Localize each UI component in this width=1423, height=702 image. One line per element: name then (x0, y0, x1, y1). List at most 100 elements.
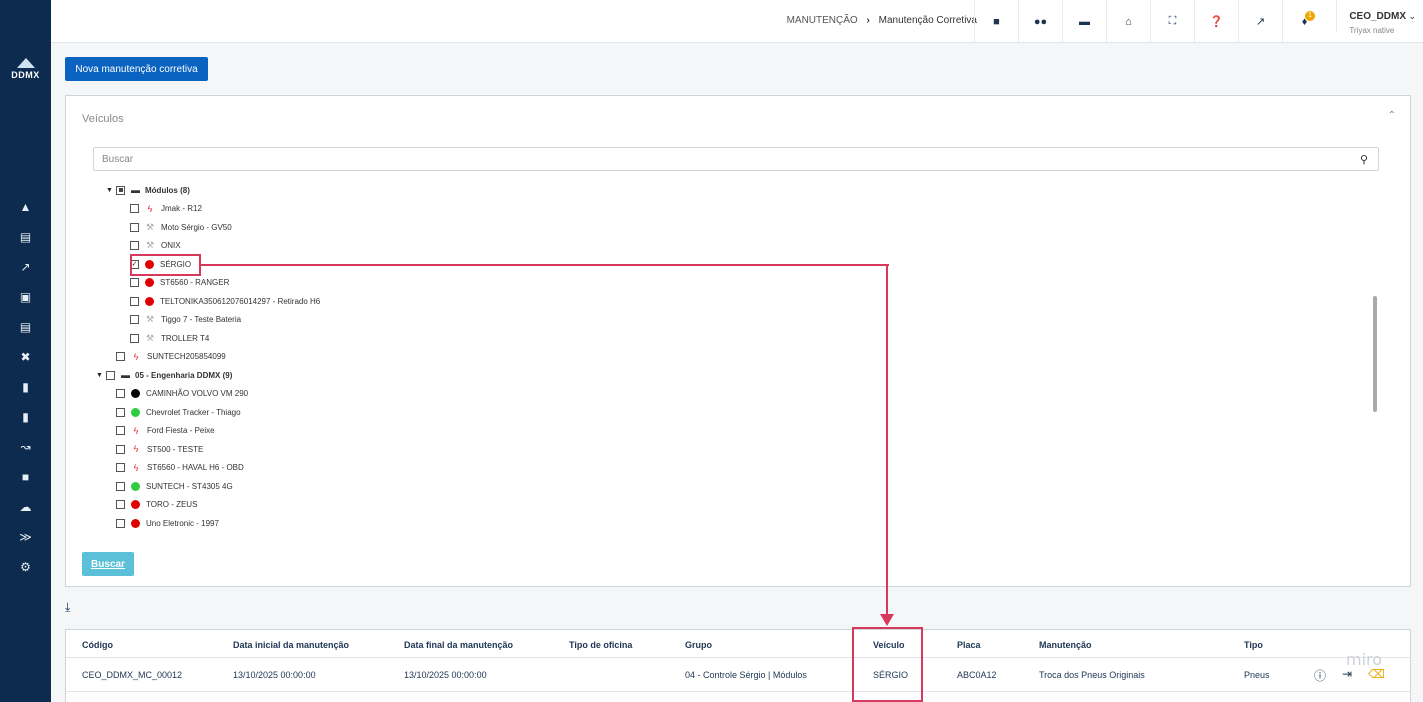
caret-down-icon[interactable]: ▼ (106, 187, 116, 194)
tree-checkbox[interactable] (130, 241, 139, 250)
tree-checkbox[interactable] (130, 333, 139, 343)
tree-node[interactable]: ϟ SUNTECH205854099 (116, 349, 226, 365)
file-icon[interactable]: ▣ (0, 286, 51, 308)
breadcrumb-parent[interactable]: MANUTENÇÃO (787, 15, 858, 26)
terminal-icon[interactable]: ≫ (0, 526, 51, 548)
tree-node[interactable]: ϟ Ford Fiesta - Peixe (116, 423, 215, 439)
tree-node-label: SUNTECH - ST4305 4G (146, 481, 233, 491)
tree-node[interactable]: Chevrolet Tracker - Thiago (116, 404, 241, 420)
fullscreen-icon[interactable]: ⛶ (1150, 0, 1194, 43)
column-header[interactable]: Tipo (1244, 640, 1263, 650)
tree-checkbox[interactable] (130, 204, 139, 213)
sidebar: DDMX ▲ ▤ ↗ ▣ ▤ ✖ ▮ ▮ ↝ ■ ☁ ≫ ⚙ (0, 0, 51, 702)
tree-node[interactable]: TORO - ZEUS (116, 497, 197, 513)
tree-checkbox[interactable] (116, 407, 125, 417)
collapse-chevron-icon[interactable]: ⌃ (1388, 110, 1396, 121)
user-subtitle: Triyax native (1349, 26, 1395, 35)
search-icon[interactable]: ⚲ (1360, 153, 1368, 166)
tree-node[interactable]: TELTONIKA350612076014297 - Retirado H6 (130, 293, 320, 309)
tree-checkbox[interactable] (116, 463, 125, 472)
status-dot-icon (145, 296, 154, 306)
wrench-icon[interactable]: ✖ (0, 346, 51, 368)
tree-node-label: ST6560 - RANGER (160, 278, 230, 287)
tree-node[interactable]: ⚒ ONIX (130, 238, 181, 254)
document-icon[interactable]: ▮ (0, 376, 51, 398)
tree-node[interactable]: Uno Eletronic - 1997 (116, 515, 219, 531)
tree-node[interactable]: SUNTECH - ST4305 4G (116, 478, 233, 494)
home-icon[interactable]: ⌂ (1106, 0, 1150, 43)
wrench-icon: ⚒ (145, 240, 155, 250)
card-icon[interactable]: ▤ (0, 226, 51, 248)
ddmx-logo[interactable]: DDMX (0, 58, 51, 80)
tree-node[interactable]: ⚒ Moto Sérgio - GV50 (130, 219, 232, 235)
breadcrumb-current: Manutenção Corretiva (878, 15, 977, 26)
caret-down-icon[interactable]: ▼ (96, 372, 106, 379)
column-header[interactable]: Grupo (685, 640, 712, 650)
tree-node-label: TORO - ZEUS (146, 500, 198, 509)
tree-checkbox[interactable] (116, 500, 125, 509)
tree-checkbox[interactable] (130, 222, 139, 232)
column-header[interactable]: Data inicial da manutenção (233, 640, 349, 650)
tree-checkbox[interactable] (116, 352, 125, 361)
search-button[interactable]: Buscar (82, 552, 134, 576)
tree-node[interactable]: ϟ ST500 - TESTE (116, 441, 203, 457)
route-icon[interactable]: ↝ (0, 436, 51, 458)
bell-icon[interactable]: ♦ 1 (1282, 0, 1326, 43)
tree-checkbox[interactable] (116, 444, 125, 454)
vehicle-search-input[interactable] (93, 147, 1379, 171)
tree-node[interactable]: ⚒ Tiggo 7 - Teste Bateria (130, 312, 241, 328)
tree-node[interactable]: CAMINHÃO VOLVO VM 290 (116, 386, 248, 402)
tree-scrollbar[interactable] (1373, 296, 1377, 412)
info-icon[interactable]: ⓘ (1314, 667, 1326, 684)
tree-checkbox[interactable] (106, 370, 115, 380)
cloud-icon[interactable]: ☁ (0, 496, 51, 518)
shield-icon[interactable]: ■ (0, 466, 51, 488)
tree-node-label: Ford Fiesta - Peixe (147, 426, 215, 435)
users-icon[interactable]: ●● (1018, 0, 1062, 43)
bolt-icon: ϟ (133, 425, 139, 436)
tree-checkbox[interactable] (116, 185, 125, 195)
tree-node-label: TELTONIKA350612076014297 - Retirado H6 (160, 296, 321, 306)
tree-node[interactable]: ▼ ▬ 05 - Engenharia DDMX (9) (96, 367, 232, 383)
tree-checkbox[interactable] (116, 481, 125, 491)
tree-checkbox[interactable] (130, 278, 139, 287)
help-icon[interactable]: ❓ (1194, 0, 1238, 43)
tree-node[interactable]: ST6560 - RANGER (130, 275, 229, 291)
external-link-icon[interactable]: ↗ (1238, 0, 1282, 43)
column-header[interactable]: Tipo de oficina (569, 640, 632, 650)
tree-node-label: CAMINHÃO VOLVO VM 290 (146, 389, 249, 398)
status-dot-icon (131, 500, 140, 509)
column-header[interactable]: Manutenção (1039, 640, 1092, 650)
column-header[interactable]: Código (82, 640, 113, 650)
column-header[interactable]: Placa (957, 640, 981, 650)
chart-line-icon[interactable]: ↗ (0, 256, 51, 278)
tree-node[interactable]: ⚒ TROLLER T4 (130, 330, 209, 346)
folder-icon[interactable]: ▬ (1062, 0, 1106, 43)
tree-node-label: Tiggo 7 - Teste Bateria (161, 315, 242, 324)
list-icon[interactable]: ▤ (0, 316, 51, 338)
gears-icon[interactable]: ⚙ (0, 556, 51, 578)
chat-icon[interactable]: ■ (974, 0, 1018, 43)
user-menu[interactable]: CEO_DDMX Triyax native ⌄ (1336, 0, 1416, 35)
tree-checkbox[interactable] (116, 426, 125, 435)
page-icon[interactable]: ▮ (0, 406, 51, 428)
car-icon[interactable]: ▲ (0, 196, 51, 218)
tree-node-label: SUNTECH205854099 (147, 352, 226, 361)
trash-icon[interactable]: ⌫ (1368, 667, 1385, 681)
tree-node-label: Jmak - R12 (161, 204, 202, 213)
column-header[interactable]: Data final da manutenção (404, 640, 513, 650)
export-icon[interactable]: ⇥ (1342, 667, 1352, 681)
table-cell: 13/10/2025 00:00:00 (404, 670, 487, 680)
tree-checkbox[interactable] (116, 518, 125, 528)
tree-checkbox[interactable] (130, 315, 139, 324)
notification-badge: 1 (1305, 11, 1315, 21)
new-corrective-maintenance-button[interactable]: Nova manutenção corretiva (65, 57, 208, 81)
tree-node[interactable]: ▼ ▬ Módulos (8) (106, 182, 190, 198)
tree-node-label: Moto Sérgio - GV50 (161, 222, 232, 232)
wrench-icon: ⚒ (145, 332, 155, 343)
tree-node[interactable]: ϟ Jmak - R12 (130, 201, 202, 217)
download-icon[interactable]: ⤓ (65, 600, 70, 615)
tree-checkbox[interactable] (130, 296, 139, 306)
tree-node[interactable]: ϟ ST6560 - HAVAL H6 - OBD (116, 460, 244, 476)
tree-checkbox[interactable] (116, 389, 125, 398)
